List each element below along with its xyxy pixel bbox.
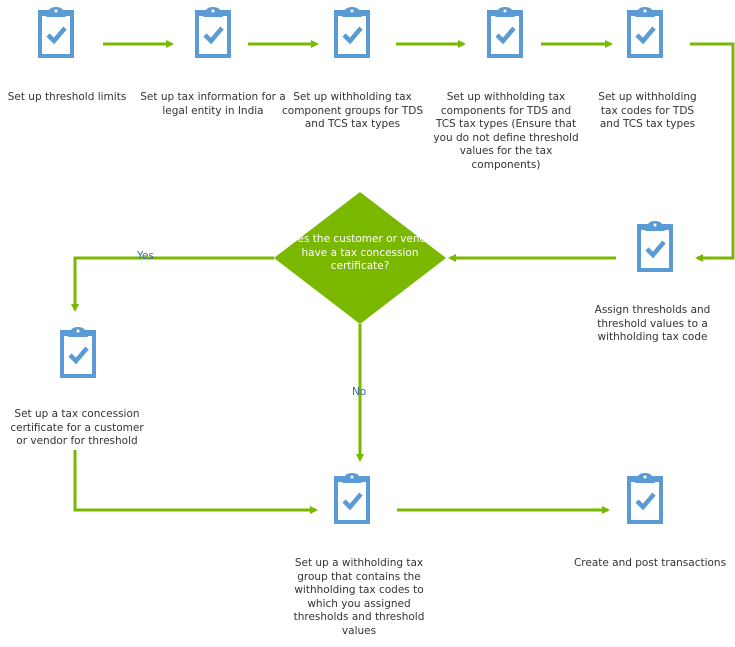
flowchart: Set up threshold limits Set up tax infor… — [0, 0, 735, 647]
arrow-5-6 — [690, 42, 735, 262]
clipboard-check-icon — [485, 4, 525, 60]
step-label: Create and post transactions — [573, 557, 727, 569]
step-label: Set up withholding tax component groups … — [282, 91, 423, 130]
arrow-yes — [71, 256, 274, 312]
step-label: Assign thresholds and threshold values t… — [594, 304, 711, 343]
clipboard-check-icon — [193, 4, 233, 60]
step-label: Set up a tax concession certificate for … — [10, 408, 144, 447]
step-label: Set up withholding tax codes for TDS and… — [598, 91, 697, 130]
step-label: Set up threshold limits — [7, 91, 127, 103]
clipboard-check-icon — [332, 4, 372, 60]
decision-label: Does the customer or vendor have a tax c… — [283, 233, 437, 272]
step-label: Set up withholding tax components for TD… — [433, 91, 579, 171]
clipboard-check-icon — [58, 324, 98, 380]
step-label: Set up a withholding tax group that cont… — [293, 557, 425, 637]
clipboard-check-icon — [36, 4, 76, 60]
clipboard-check-icon — [625, 4, 665, 60]
clipboard-check-icon — [332, 470, 372, 526]
no-label: No — [352, 386, 367, 398]
arrow-7-8 — [73, 450, 318, 514]
yes-label: Yes — [137, 250, 154, 262]
clipboard-check-icon — [625, 470, 665, 526]
clipboard-check-icon — [635, 218, 675, 274]
step-label: Set up tax information for a legal entit… — [140, 91, 286, 117]
